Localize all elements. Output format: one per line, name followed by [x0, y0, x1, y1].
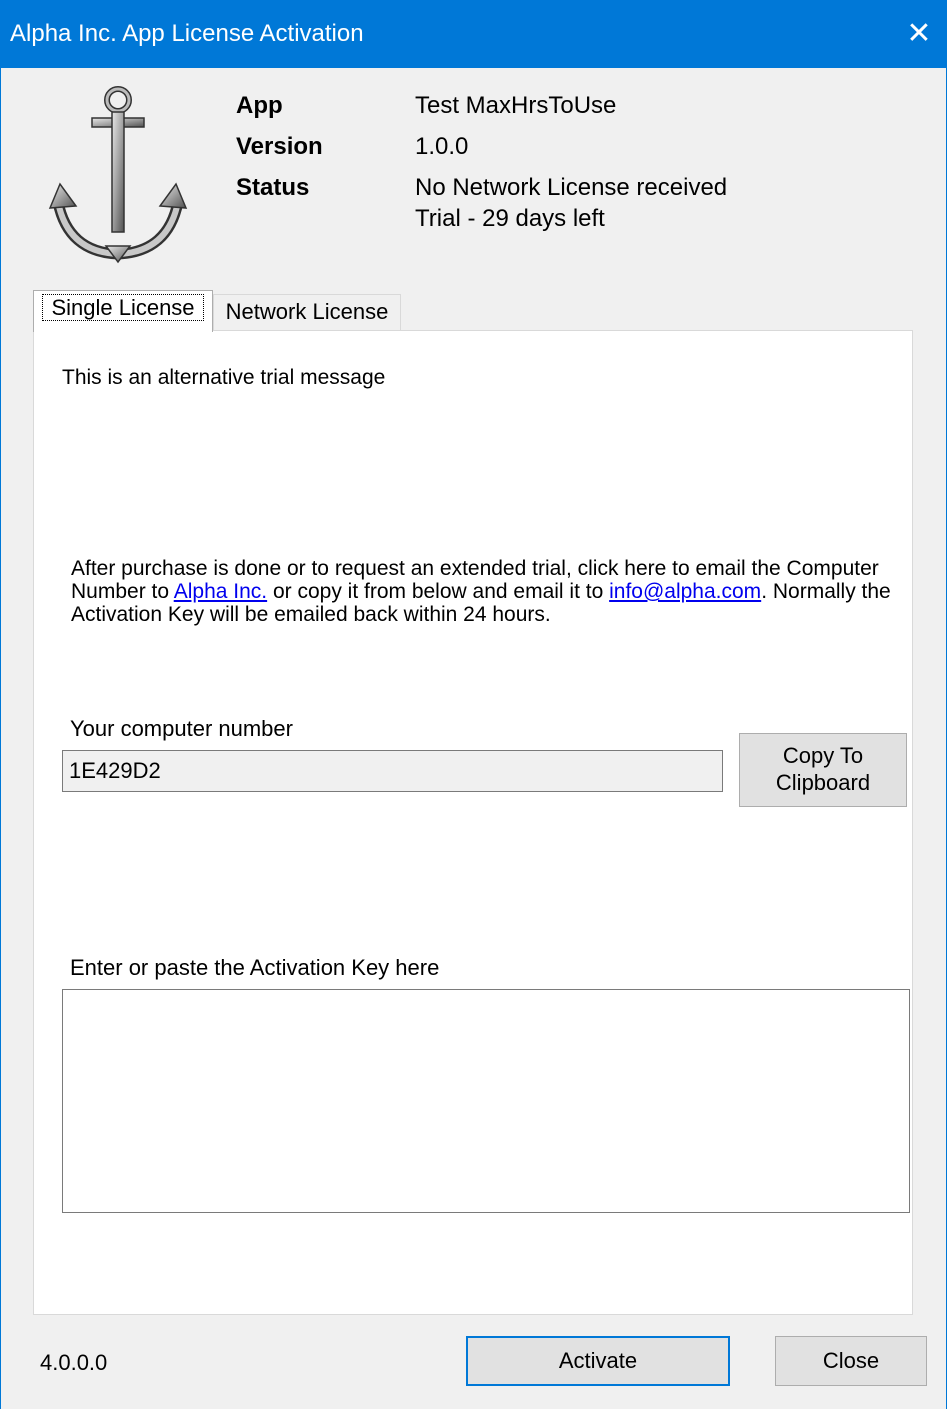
computer-number-field[interactable]: 1E429D2: [62, 750, 723, 792]
product-version: 4.0.0.0: [40, 1350, 108, 1375]
copy-to-clipboard-button[interactable]: Copy To Clipboard: [739, 733, 907, 807]
activation-key-input[interactable]: [62, 989, 910, 1213]
tab-label: Single License: [42, 294, 204, 321]
alpha-inc-link[interactable]: Alpha Inc.: [174, 580, 267, 603]
activation-key-label: Enter or paste the Activation Key here: [70, 955, 440, 980]
tab-single-license[interactable]: Single License: [33, 290, 213, 332]
email-link[interactable]: info@alpha.com: [609, 580, 761, 603]
purchase-instructions[interactable]: After purchase is done or to request an …: [71, 557, 891, 626]
version-value: 1.0.0: [415, 133, 469, 160]
status-value: No Network License received: [415, 174, 728, 201]
activate-button[interactable]: Activate: [466, 1336, 730, 1386]
window-close-icon[interactable]: ✕: [899, 12, 939, 56]
app-value: Test MaxHrsToUse: [415, 92, 617, 119]
app-label: App: [236, 92, 283, 119]
computer-number-label: Your computer number: [70, 716, 293, 741]
tab-network-license[interactable]: Network License: [213, 294, 401, 330]
close-button[interactable]: Close: [775, 1336, 927, 1386]
window-border-left: [0, 68, 1, 1409]
trial-message: This is an alternative trial message: [62, 366, 386, 389]
instructions-text: or copy it from below and email it to: [267, 580, 610, 603]
copy-button-label: Clipboard: [775, 770, 871, 795]
copy-button-label: Copy To: [782, 743, 864, 768]
tab-label: Network License: [225, 299, 389, 324]
window-title: Alpha Inc. App License Activation: [10, 20, 364, 47]
trial-status-value: Trial - 29 days left: [415, 205, 605, 232]
title-bar: Alpha Inc. App License Activation ✕: [0, 0, 947, 68]
status-label: Status: [236, 174, 310, 201]
version-label: Version: [236, 133, 323, 160]
anchor-icon: [48, 86, 188, 264]
